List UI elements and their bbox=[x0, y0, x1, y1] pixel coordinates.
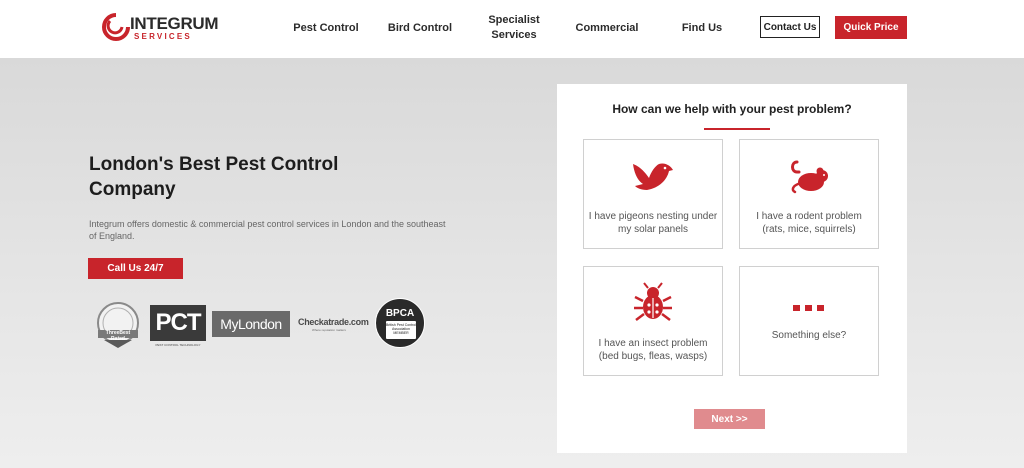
option-insects[interactable]: I have an insect problem (bed bugs, flea… bbox=[583, 266, 723, 376]
nav-bird-control[interactable]: Bird Control bbox=[386, 21, 454, 36]
threebest-seal-icon bbox=[97, 302, 139, 348]
title-underline bbox=[704, 128, 770, 130]
call-us-button[interactable]: Call Us 24/7 bbox=[88, 258, 183, 279]
next-button[interactable]: Next >> bbox=[694, 409, 765, 429]
bird-icon bbox=[633, 163, 673, 190]
checkatrade-badge: Checkatrade.com bbox=[298, 317, 369, 327]
nav-find-us[interactable]: Find Us bbox=[678, 21, 726, 36]
site-header: INTEGRUM SERVICES Pest Control Bird Cont… bbox=[0, 0, 1024, 58]
pct-badge: PCT bbox=[150, 305, 206, 341]
panel-title: How can we help with your pest problem? bbox=[612, 102, 852, 116]
pest-help-panel: How can we help with your pest problem? … bbox=[557, 84, 907, 453]
option-label: I have pigeons nesting under my solar pa… bbox=[588, 211, 718, 235]
rodent-icon bbox=[791, 160, 828, 194]
integrum-logo[interactable]: INTEGRUM SERVICES bbox=[100, 12, 220, 44]
logo-swirl-icon bbox=[102, 13, 130, 41]
nav-specialist-services[interactable]: Specialist Services bbox=[482, 13, 546, 43]
nav-pest-control[interactable]: Pest Control bbox=[292, 21, 360, 36]
more-dots-icon bbox=[793, 305, 824, 311]
insect-icon bbox=[634, 282, 672, 321]
option-rodents[interactable]: I have a rodent problem (rats, mice, squ… bbox=[739, 139, 879, 249]
threebest-label: ThreeBest Rated bbox=[105, 330, 131, 342]
option-label: Something else? bbox=[771, 330, 847, 341]
option-label: I have an insect problem (bed bugs, flea… bbox=[598, 338, 708, 362]
quick-price-button[interactable]: Quick Price bbox=[835, 16, 907, 39]
logo-wordmark: INTEGRUM bbox=[130, 14, 219, 33]
contact-us-button[interactable]: Contact Us bbox=[760, 16, 820, 38]
checkatrade-subtitle: Where reputation matters bbox=[312, 328, 346, 332]
pct-subtitle: PEST CONTROL TECHNOLOGY bbox=[155, 343, 201, 347]
option-pigeons[interactable]: I have pigeons nesting under my solar pa… bbox=[583, 139, 723, 249]
nav-commercial[interactable]: Commercial bbox=[573, 21, 641, 36]
hero-title: London's Best Pest Control Company bbox=[89, 154, 339, 200]
bpca-badge: BPCA British Pest Control Association ME… bbox=[375, 298, 425, 348]
bpca-label: BPCA bbox=[385, 308, 415, 319]
logo-subtitle: SERVICES bbox=[134, 32, 192, 41]
mylondon-badge: MyLondon bbox=[212, 311, 290, 337]
accreditation-badges: ThreeBest Rated PCT PEST CONTROL TECHNOL… bbox=[90, 298, 430, 352]
threebest-badge: ThreeBest Rated bbox=[90, 300, 146, 350]
hero-description: Integrum offers domestic & commercial pe… bbox=[89, 219, 446, 241]
option-label: I have a rodent problem (rats, mice, squ… bbox=[756, 211, 862, 235]
bpca-subtitle: British Pest Control Association MEMBER bbox=[386, 321, 416, 339]
option-something-else[interactable]: Something else? bbox=[739, 266, 879, 376]
